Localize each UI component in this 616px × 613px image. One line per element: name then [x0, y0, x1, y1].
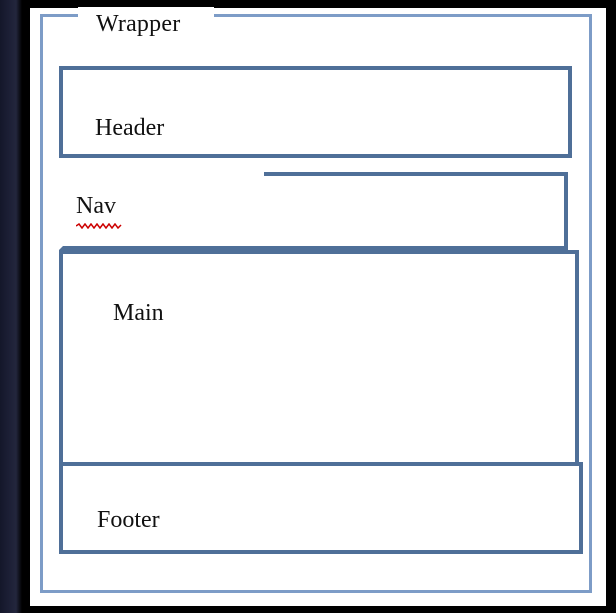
- main-box: [59, 250, 579, 466]
- main-label: Main: [113, 300, 164, 326]
- wrapper-label: Wrapper: [78, 7, 214, 41]
- header-label: Header: [95, 115, 165, 141]
- nav-label: Nav: [76, 193, 116, 219]
- header-box: [59, 66, 572, 158]
- spellcheck-underline: [76, 223, 122, 229]
- footer-label: Footer: [97, 507, 160, 533]
- nav-box: [59, 172, 568, 250]
- nav-box-top-border: [264, 172, 568, 176]
